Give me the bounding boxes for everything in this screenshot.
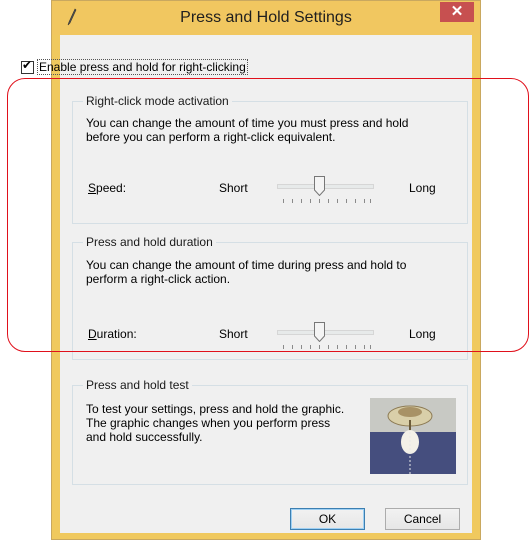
speed-slider[interactable] xyxy=(277,176,374,204)
duration-label-accelerator: D xyxy=(88,327,97,341)
duration-min-label: Short xyxy=(219,327,248,341)
title-bar[interactable]: Press and Hold Settings ✕ xyxy=(52,1,480,35)
speed-slider-ticks xyxy=(283,199,371,203)
enable-press-and-hold-label[interactable]: Enable press and hold for right-clicking xyxy=(37,59,248,75)
duration-max-label: Long xyxy=(409,327,436,341)
duration-description-line1: You can change the amount of time during… xyxy=(86,258,407,272)
speed-label-rest: peed: xyxy=(96,181,127,195)
test-description-line1: To test your settings, press and hold th… xyxy=(86,402,345,416)
close-button[interactable]: ✕ xyxy=(440,2,474,22)
press-and-hold-test-graphic[interactable] xyxy=(370,398,456,474)
duration-slider-thumb[interactable] xyxy=(313,322,325,342)
duration-slider-ticks xyxy=(283,345,371,349)
rightclick-description-line2: before you can perform a right-click equ… xyxy=(86,130,336,144)
rightclick-description-line1: You can change the amount of time you mu… xyxy=(86,116,409,130)
speed-max-label: Long xyxy=(409,181,436,195)
enable-press-and-hold-row[interactable]: ✔ Enable press and hold for right-clicki… xyxy=(21,57,248,75)
test-description-line2: The graphic changes when you perform pre… xyxy=(86,416,331,430)
checkmark-icon: ✔ xyxy=(22,57,33,72)
duration-slider[interactable] xyxy=(277,322,374,350)
rightclick-mode-group-title: Right-click mode activation xyxy=(83,94,232,108)
duration-slider-track xyxy=(277,330,374,335)
duration-group-title: Press and hold duration xyxy=(83,235,216,249)
window-title: Press and Hold Settings xyxy=(180,9,352,26)
duration-description-line2: perform a right-click action. xyxy=(86,272,231,286)
speed-slider-track xyxy=(277,184,374,189)
ok-button[interactable]: OK xyxy=(290,508,365,530)
enable-press-and-hold-checkbox[interactable]: ✔ xyxy=(21,57,34,74)
speed-label-accelerator: S xyxy=(88,181,97,195)
duration-label: Duration: xyxy=(88,327,137,341)
speed-min-label: Short xyxy=(219,181,248,195)
test-description-line3: and hold successfully. xyxy=(86,430,203,444)
speed-label: Speed: xyxy=(88,181,126,195)
cancel-button[interactable]: Cancel xyxy=(385,508,460,530)
test-group-title: Press and hold test xyxy=(83,378,192,392)
speed-slider-thumb[interactable] xyxy=(313,176,325,196)
duration-label-rest: uration: xyxy=(96,327,137,341)
